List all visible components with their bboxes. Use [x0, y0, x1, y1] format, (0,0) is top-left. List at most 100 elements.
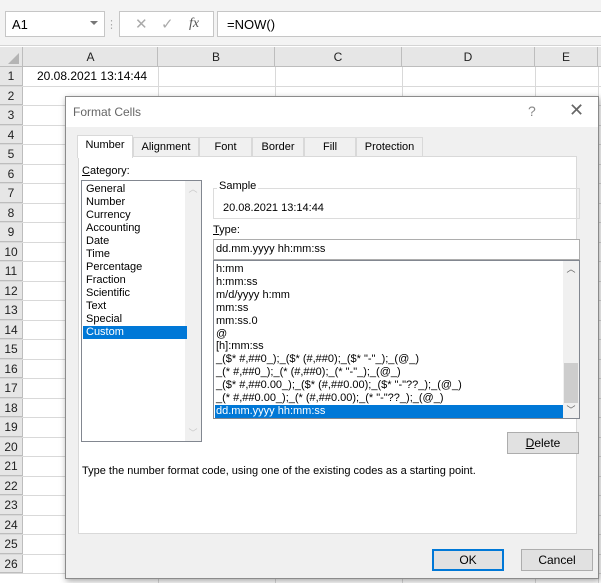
row-header[interactable]: 19: [0, 418, 23, 437]
type-label: Type:: [213, 224, 240, 236]
scroll-down-icon[interactable]: ﹀: [563, 402, 579, 418]
category-item[interactable]: Time: [83, 248, 187, 261]
sample-label: Sample: [217, 180, 259, 192]
row-header[interactable]: 12: [0, 281, 23, 300]
type-label-text: ype:: [219, 224, 240, 236]
row-header[interactable]: 13: [0, 301, 23, 320]
category-item[interactable]: Text: [83, 300, 187, 313]
scroll-up-icon[interactable]: ︿: [185, 181, 201, 197]
category-item[interactable]: Fraction: [83, 274, 187, 287]
category-item[interactable]: Custom: [83, 326, 187, 339]
formula-bar: A1 ⋮ ✕ ✓ fx =NOW(): [0, 0, 601, 46]
row-header[interactable]: 1: [0, 67, 23, 86]
row-header[interactable]: 5: [0, 145, 23, 164]
name-box[interactable]: A1: [5, 11, 105, 37]
tab-alignment[interactable]: Alignment: [133, 137, 199, 157]
tab-border[interactable]: Border: [252, 137, 304, 157]
type-item[interactable]: m/d/yyyy h:mm: [215, 289, 563, 302]
scroll-up-icon[interactable]: ︿: [563, 261, 579, 277]
type-item[interactable]: mm:ss.0: [215, 315, 563, 328]
type-item[interactable]: dd.mm.yyyy hh:mm:ss: [215, 404, 563, 418]
type-scrollbar[interactable]: ︿ ﹀: [563, 261, 579, 418]
name-box-value: A1: [12, 17, 28, 32]
format-cells-dialog: Format Cells ? ✕ Number Alignment Font B…: [65, 96, 599, 579]
row-header[interactable]: 26: [0, 554, 23, 573]
delete-button[interactable]: Delete: [507, 432, 579, 454]
delete-label: elete: [534, 436, 561, 450]
type-item[interactable]: h:mm:ss: [215, 276, 563, 289]
row-header[interactable]: 14: [0, 320, 23, 339]
category-accel: C: [82, 165, 90, 177]
type-item[interactable]: _(* #,##0_);_(* (#,##0);_(* "-"_);_(@_): [215, 366, 563, 379]
type-input[interactable]: dd.mm.yyyy hh:mm:ss: [213, 239, 580, 260]
sample-value: 20.08.2021 13:14:44: [223, 202, 324, 214]
dialog-title-bar[interactable]: Format Cells ? ✕: [66, 97, 598, 127]
category-item[interactable]: Special: [83, 313, 187, 326]
cell-a1[interactable]: 20.08.2021 13:14:44: [37, 69, 147, 83]
insert-function-icon[interactable]: fx: [189, 16, 199, 32]
tab-fill[interactable]: Fill: [304, 137, 356, 157]
column-header-b[interactable]: B: [158, 47, 275, 67]
row-header[interactable]: 20: [0, 437, 23, 456]
row-header[interactable]: 21: [0, 457, 23, 476]
tab-protection[interactable]: Protection: [356, 137, 423, 157]
category-item[interactable]: Currency: [83, 209, 187, 222]
category-list[interactable]: ︿ ﹀ General Number Currency Accounting Date T…: [81, 180, 202, 442]
type-item[interactable]: @: [215, 328, 563, 341]
help-button[interactable]: ?: [528, 103, 536, 119]
tab-font[interactable]: Font: [199, 137, 252, 157]
type-item[interactable]: _($* #,##0.00_);_($* (#,##0.00);_($* "-"…: [215, 379, 563, 392]
cancel-entry-icon[interactable]: ✕: [135, 15, 148, 33]
cancel-button[interactable]: Cancel: [521, 549, 593, 571]
category-item[interactable]: Percentage: [83, 261, 187, 274]
row-header[interactable]: 11: [0, 262, 23, 281]
category-item[interactable]: General: [83, 183, 187, 196]
category-item[interactable]: Scientific: [83, 287, 187, 300]
row-header[interactable]: 4: [0, 125, 23, 144]
row-header[interactable]: 18: [0, 398, 23, 417]
type-item[interactable]: _(* #,##0.00_);_(* (#,##0.00);_(* "-"??_…: [215, 392, 563, 405]
row-header[interactable]: 16: [0, 359, 23, 378]
scroll-down-icon[interactable]: ﹀: [185, 425, 201, 441]
excel-window: A1 ⋮ ✕ ✓ fx =NOW() A B C D E 1 20.08.2021…: [0, 0, 601, 583]
grip-icon: ⋮: [106, 19, 117, 31]
chevron-down-icon[interactable]: [90, 21, 98, 25]
category-item[interactable]: Accounting: [83, 222, 187, 235]
row-header[interactable]: 2: [0, 86, 23, 105]
tab-number[interactable]: Number: [77, 135, 133, 158]
type-item[interactable]: h:mm: [215, 263, 563, 276]
row-header[interactable]: 10: [0, 242, 23, 261]
column-header-d[interactable]: D: [402, 47, 535, 67]
formula-text: =NOW(): [227, 17, 276, 32]
row-header[interactable]: 6: [0, 164, 23, 183]
formula-input[interactable]: =NOW(): [217, 11, 601, 37]
category-scrollbar[interactable]: ︿ ﹀: [185, 181, 201, 441]
category-item[interactable]: Date: [83, 235, 187, 248]
category-item[interactable]: Number: [83, 196, 187, 209]
type-list[interactable]: ︿ ﹀ h:mm h:mm:ss m/d/yyyy h:mm mm:ss mm:ss.0…: [213, 260, 580, 419]
row-header[interactable]: 15: [0, 340, 23, 359]
type-input-value: dd.mm.yyyy hh:mm:ss: [216, 243, 326, 255]
close-button[interactable]: ✕: [569, 100, 584, 121]
row-header[interactable]: 9: [0, 223, 23, 242]
scroll-thumb[interactable]: [564, 363, 578, 403]
row-header[interactable]: 17: [0, 379, 23, 398]
row-header[interactable]: 25: [0, 535, 23, 554]
sheet-row: 1 20.08.2021 13:14:44: [0, 67, 601, 87]
row-header[interactable]: 24: [0, 515, 23, 534]
type-item[interactable]: [h]:mm:ss: [215, 340, 563, 353]
row-header[interactable]: 8: [0, 203, 23, 222]
select-all-button[interactable]: [0, 47, 23, 67]
delete-accel: D: [525, 436, 535, 450]
row-header[interactable]: 22: [0, 476, 23, 495]
ok-button[interactable]: OK: [432, 549, 504, 571]
type-item[interactable]: _($* #,##0_);_($* (#,##0);_($* "-"_);_(@…: [215, 353, 563, 366]
column-header-c[interactable]: C: [275, 47, 402, 67]
column-header-e[interactable]: E: [535, 47, 598, 67]
row-header[interactable]: 7: [0, 184, 23, 203]
type-item[interactable]: mm:ss: [215, 302, 563, 315]
column-header-a[interactable]: A: [24, 47, 158, 67]
enter-entry-icon[interactable]: ✓: [161, 15, 174, 33]
row-header[interactable]: 23: [0, 496, 23, 515]
row-header[interactable]: 3: [0, 106, 23, 125]
